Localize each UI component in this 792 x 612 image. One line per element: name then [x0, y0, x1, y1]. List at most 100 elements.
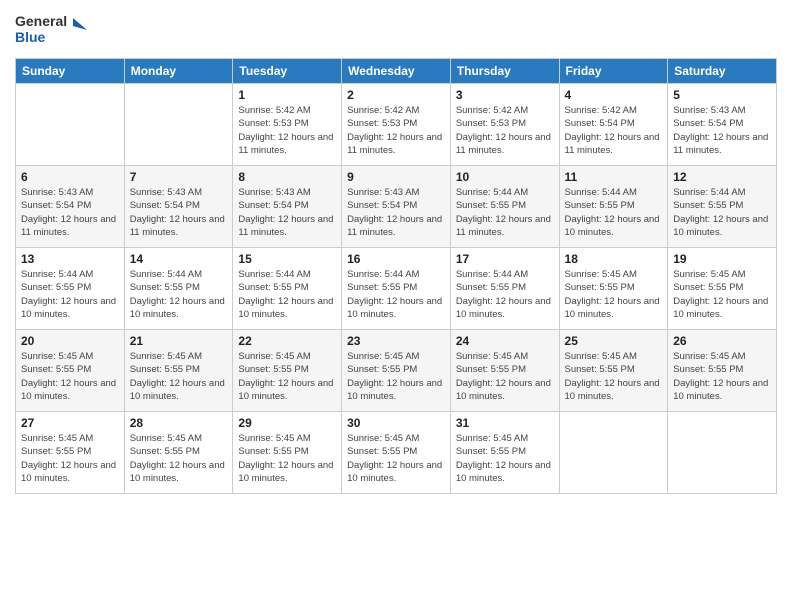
day-info: Sunrise: 5:45 AM Sunset: 5:55 PM Dayligh…	[21, 432, 119, 485]
day-info: Sunrise: 5:44 AM Sunset: 5:55 PM Dayligh…	[565, 186, 663, 239]
day-header-wednesday: Wednesday	[342, 59, 451, 84]
day-info: Sunrise: 5:43 AM Sunset: 5:54 PM Dayligh…	[673, 104, 771, 157]
day-info: Sunrise: 5:43 AM Sunset: 5:54 PM Dayligh…	[238, 186, 336, 239]
day-info: Sunrise: 5:44 AM Sunset: 5:55 PM Dayligh…	[21, 268, 119, 321]
day-header-tuesday: Tuesday	[233, 59, 342, 84]
day-number: 2	[347, 88, 445, 102]
day-info: Sunrise: 5:44 AM Sunset: 5:55 PM Dayligh…	[130, 268, 228, 321]
calendar-cell: 13Sunrise: 5:44 AM Sunset: 5:55 PM Dayli…	[16, 248, 125, 330]
day-number: 18	[565, 252, 663, 266]
calendar-cell: 30 Sunrise: 5:45 AM Sunset: 5:55 PM Dayli…	[342, 412, 451, 494]
page-container: GeneralBlue SundayMondayTuesdayWednesday…	[0, 0, 792, 612]
day-number: 25	[565, 334, 663, 348]
day-number: 26	[673, 334, 771, 348]
day-info: Sunrise: 5:42 AM Sunset: 5:53 PM Dayligh…	[347, 104, 445, 157]
calendar-cell: 1Sunrise: 5:42 AM Sunset: 5:53 PM Daylig…	[233, 84, 342, 166]
day-number: 19	[673, 252, 771, 266]
day-number: 8	[238, 170, 336, 184]
day-header-friday: Friday	[559, 59, 668, 84]
day-number: 1	[238, 88, 336, 102]
calendar-cell	[559, 412, 668, 494]
day-number: 12	[673, 170, 771, 184]
day-number: 31	[456, 416, 554, 430]
day-number: 29	[238, 416, 336, 430]
logo: GeneralBlue	[15, 10, 95, 50]
calendar-cell: 6 Sunrise: 5:43 AM Sunset: 5:54 PM Daylig…	[16, 166, 125, 248]
calendar-header-row: SundayMondayTuesdayWednesdayThursdayFrid…	[16, 59, 777, 84]
calendar-cell	[668, 412, 777, 494]
calendar-week-row: 13Sunrise: 5:44 AM Sunset: 5:55 PM Dayli…	[16, 248, 777, 330]
day-number: 16	[347, 252, 445, 266]
day-info: Sunrise: 5:42 AM Sunset: 5:53 PM Dayligh…	[456, 104, 554, 157]
day-info: Sunrise: 5:45 AM Sunset: 5:55 PM Dayligh…	[347, 432, 445, 485]
day-header-saturday: Saturday	[668, 59, 777, 84]
day-number: 21	[130, 334, 228, 348]
day-info: Sunrise: 5:45 AM Sunset: 5:55 PM Dayligh…	[21, 350, 119, 403]
day-info: Sunrise: 5:45 AM Sunset: 5:55 PM Dayligh…	[673, 350, 771, 403]
day-number: 24	[456, 334, 554, 348]
header: GeneralBlue	[15, 10, 777, 50]
day-number: 11	[565, 170, 663, 184]
day-info: Sunrise: 5:45 AM Sunset: 5:55 PM Dayligh…	[238, 432, 336, 485]
day-info: Sunrise: 5:45 AM Sunset: 5:55 PM Dayligh…	[456, 350, 554, 403]
day-number: 30	[347, 416, 445, 430]
day-number: 15	[238, 252, 336, 266]
day-header-monday: Monday	[124, 59, 233, 84]
day-info: Sunrise: 5:45 AM Sunset: 5:55 PM Dayligh…	[456, 432, 554, 485]
calendar-cell	[124, 84, 233, 166]
calendar-cell: 28Sunrise: 5:45 AM Sunset: 5:55 PM Dayli…	[124, 412, 233, 494]
day-number: 27	[21, 416, 119, 430]
calendar-cell: 21Sunrise: 5:45 AM Sunset: 5:55 PM Dayli…	[124, 330, 233, 412]
day-number: 6	[21, 170, 119, 184]
day-number: 3	[456, 88, 554, 102]
day-header-sunday: Sunday	[16, 59, 125, 84]
day-info: Sunrise: 5:45 AM Sunset: 5:55 PM Dayligh…	[565, 268, 663, 321]
calendar-cell: 12 Sunrise: 5:44 AM Sunset: 5:55 PM Dayli…	[668, 166, 777, 248]
day-info: Sunrise: 5:45 AM Sunset: 5:55 PM Dayligh…	[565, 350, 663, 403]
calendar-cell: 15 Sunrise: 5:44 AM Sunset: 5:55 PM Dayli…	[233, 248, 342, 330]
calendar-cell: 17Sunrise: 5:44 AM Sunset: 5:55 PM Dayli…	[450, 248, 559, 330]
day-info: Sunrise: 5:44 AM Sunset: 5:55 PM Dayligh…	[673, 186, 771, 239]
day-info: Sunrise: 5:44 AM Sunset: 5:55 PM Dayligh…	[456, 268, 554, 321]
calendar-cell: 18 Sunrise: 5:45 AM Sunset: 5:55 PM Dayli…	[559, 248, 668, 330]
calendar-week-row: 27 Sunrise: 5:45 AM Sunset: 5:55 PM Dayli…	[16, 412, 777, 494]
calendar-cell: 20 Sunrise: 5:45 AM Sunset: 5:55 PM Dayli…	[16, 330, 125, 412]
calendar-cell: 4Sunrise: 5:42 AM Sunset: 5:54 PM Daylig…	[559, 84, 668, 166]
logo-svg: GeneralBlue	[15, 10, 95, 50]
svg-text:Blue: Blue	[15, 29, 46, 45]
calendar-table: SundayMondayTuesdayWednesdayThursdayFrid…	[15, 58, 777, 494]
calendar-cell: 22Sunrise: 5:45 AM Sunset: 5:55 PM Dayli…	[233, 330, 342, 412]
calendar-cell: 9 Sunrise: 5:43 AM Sunset: 5:54 PM Daylig…	[342, 166, 451, 248]
calendar-cell: 7Sunrise: 5:43 AM Sunset: 5:54 PM Daylig…	[124, 166, 233, 248]
calendar-cell: 25 Sunrise: 5:45 AM Sunset: 5:55 PM Dayli…	[559, 330, 668, 412]
calendar-week-row: 6 Sunrise: 5:43 AM Sunset: 5:54 PM Daylig…	[16, 166, 777, 248]
day-info: Sunrise: 5:44 AM Sunset: 5:55 PM Dayligh…	[238, 268, 336, 321]
calendar-week-row: 1 Sunrise: 5:42 AM Sunset: 5:53 PM Daylig…	[16, 84, 777, 166]
calendar-cell: 29 Sunrise: 5:45 AM Sunset: 5:55 PM Dayli…	[233, 412, 342, 494]
calendar-cell: 5 Sunrise: 5:43 AM Sunset: 5:54 PM Daylig…	[668, 84, 777, 166]
day-number: 20	[21, 334, 119, 348]
day-number: 4	[565, 88, 663, 102]
day-number: 22	[238, 334, 336, 348]
day-number: 5	[673, 88, 771, 102]
calendar-cell: 24 Sunrise: 5:45 AM Sunset: 5:55 PM Dayli…	[450, 330, 559, 412]
day-info: Sunrise: 5:43 AM Sunset: 5:54 PM Dayligh…	[21, 186, 119, 239]
calendar-week-row: 20 Sunrise: 5:45 AM Sunset: 5:55 PM Dayli…	[16, 330, 777, 412]
calendar-cell: 2 Sunrise: 5:42 AM Sunset: 5:53 PM Daylig…	[342, 84, 451, 166]
day-info: Sunrise: 5:45 AM Sunset: 5:55 PM Dayligh…	[347, 350, 445, 403]
day-number: 14	[130, 252, 228, 266]
day-number: 28	[130, 416, 228, 430]
day-number: 10	[456, 170, 554, 184]
calendar-cell: 19 Sunrise: 5:45 AM Sunset: 5:55 PM Dayli…	[668, 248, 777, 330]
calendar-cell: 14 Sunrise: 5:44 AM Sunset: 5:55 PM Dayli…	[124, 248, 233, 330]
calendar-cell: 10 Sunrise: 5:44 AM Sunset: 5:55 PM Dayli…	[450, 166, 559, 248]
day-number: 7	[130, 170, 228, 184]
day-number: 9	[347, 170, 445, 184]
calendar-cell: 3 Sunrise: 5:42 AM Sunset: 5:53 PM Daylig…	[450, 84, 559, 166]
calendar-cell: 23Sunrise: 5:45 AM Sunset: 5:55 PM Dayli…	[342, 330, 451, 412]
calendar-cell: 27 Sunrise: 5:45 AM Sunset: 5:55 PM Dayli…	[16, 412, 125, 494]
day-info: Sunrise: 5:43 AM Sunset: 5:54 PM Dayligh…	[347, 186, 445, 239]
day-info: Sunrise: 5:45 AM Sunset: 5:55 PM Dayligh…	[673, 268, 771, 321]
day-info: Sunrise: 5:44 AM Sunset: 5:55 PM Dayligh…	[456, 186, 554, 239]
calendar-cell: 31 Sunrise: 5:45 AM Sunset: 5:55 PM Dayli…	[450, 412, 559, 494]
